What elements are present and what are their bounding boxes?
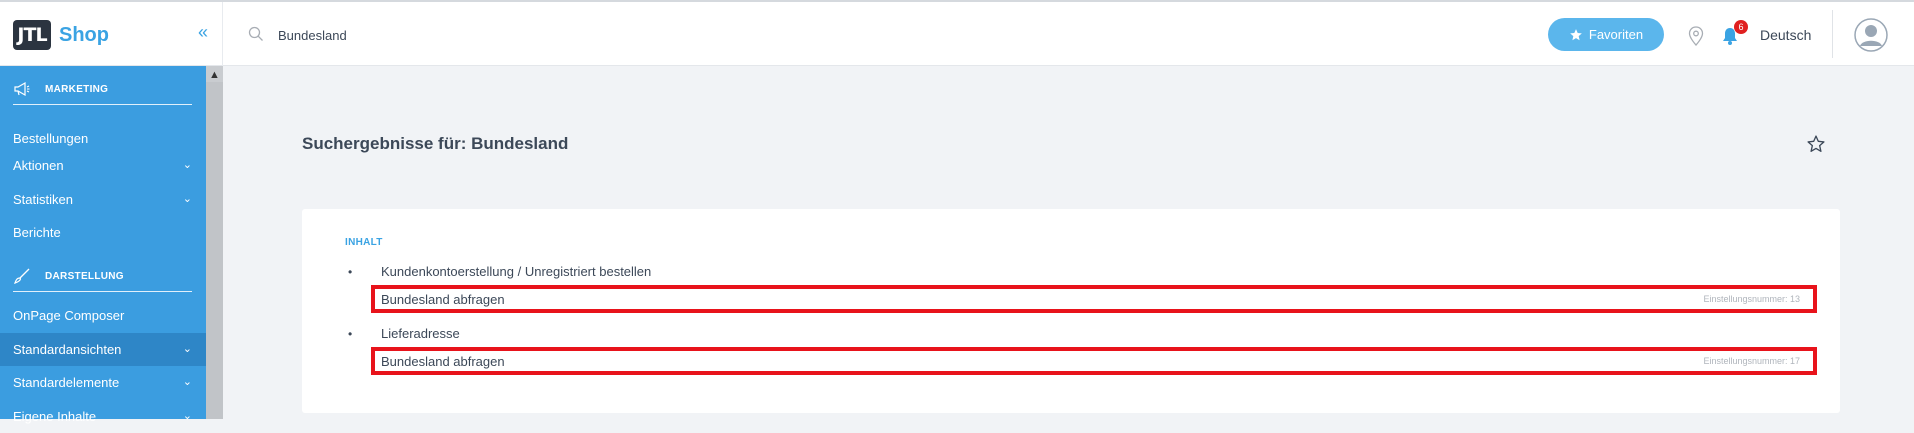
sidebar-section-darstellung: DARSTELLUNG (13, 266, 124, 286)
sidebar-section-title: MARKETING (45, 83, 109, 95)
sidebar-scrollbar[interactable]: ▲ (206, 66, 223, 419)
section-divider (13, 104, 192, 105)
chevron-down-icon: ⌄ (182, 343, 192, 355)
sidebar-item-standardansichten[interactable]: Standardansichten ⌄ (0, 333, 206, 366)
language-selector[interactable]: Deutsch (1760, 27, 1811, 43)
sidebar-item-onpage-composer[interactable]: OnPage Composer (0, 299, 206, 332)
chevron-down-icon: ⌄ (182, 193, 192, 205)
chevron-down-icon: ⌄ (182, 159, 192, 171)
result-label: Bundesland abfragen (381, 292, 505, 307)
search-results-card: INHALT • Kundenkontoerstellung / Unregis… (302, 209, 1840, 413)
sidebar-item-statistiken[interactable]: Statistiken ⌄ (0, 183, 206, 216)
sidebar-item-eigene-inhalte[interactable]: Eigene Inhalte ⌄ (0, 400, 206, 433)
chevron-down-icon: ⌄ (182, 410, 192, 422)
sidebar: MARKETING Bestellungen Aktionen ⌄ Statis… (0, 66, 206, 424)
sidebar-section-marketing: MARKETING (13, 79, 108, 99)
result-label: Bundesland abfragen (381, 354, 505, 369)
collapse-sidebar-button[interactable]: « (198, 22, 208, 43)
sidebar-item-label: Aktionen (13, 158, 64, 173)
result-group-title: Lieferadresse (381, 326, 460, 341)
setting-number: Einstellungsnummer: 17 (1703, 356, 1800, 366)
result-group-title: Kundenkontoerstellung / Unregistriert be… (381, 264, 652, 279)
scrollbar-thumb[interactable] (206, 82, 223, 419)
jtl-logo-mark[interactable]: JTL (13, 20, 51, 50)
logo-area: JTL Shop « (0, 2, 223, 66)
setting-number: Einstellungsnummer: 13 (1703, 294, 1800, 304)
section-divider (13, 291, 192, 292)
search-icon (248, 26, 263, 41)
favorites-button[interactable]: Favoriten (1548, 18, 1664, 51)
notification-badge: 6 (1734, 20, 1748, 34)
search-result-row[interactable]: Bundesland abfragen Einstellungsnummer: … (371, 285, 1817, 313)
brush-icon (14, 268, 30, 284)
user-avatar-icon[interactable] (1854, 18, 1888, 52)
megaphone-icon (14, 81, 30, 97)
star-icon[interactable] (1806, 134, 1826, 154)
sidebar-item-label: Statistiken (13, 192, 73, 207)
sidebar-item-label: Standardansichten (13, 342, 122, 357)
sidebar-item-label: OnPage Composer (13, 308, 125, 323)
chevron-down-icon: ⌄ (182, 376, 192, 388)
bullet-icon: • (348, 327, 353, 341)
bullet-icon: • (348, 265, 353, 279)
scroll-up-arrow-icon[interactable]: ▲ (209, 69, 220, 81)
sidebar-item-berichte[interactable]: Berichte (0, 216, 206, 249)
sidebar-section-title: DARSTELLUNG (45, 270, 124, 282)
sidebar-item-aktionen[interactable]: Aktionen ⌄ (0, 149, 206, 182)
location-pin-icon[interactable] (1688, 26, 1704, 46)
page-title: Suchergebnisse für: Bundesland (302, 134, 569, 153)
favorites-label: Favoriten (1588, 27, 1644, 42)
sidebar-item-label: Eigene Inhalte (13, 409, 97, 424)
header-divider (1832, 10, 1833, 58)
sidebar-item-label: Berichte (13, 225, 61, 240)
logo-text[interactable]: Shop (59, 24, 109, 47)
section-label: INHALT (345, 237, 383, 248)
star-icon (1570, 28, 1582, 40)
search-result-row[interactable]: Bundesland abfragen Einstellungsnummer: … (371, 347, 1817, 375)
search-input[interactable] (278, 22, 778, 48)
top-header: JTL Shop « Favoriten 6 Deutsch (0, 2, 1914, 66)
sidebar-item-standardelemente[interactable]: Standardelemente ⌄ (0, 366, 206, 399)
sidebar-item-label: Bestellungen (13, 131, 89, 146)
sidebar-item-label: Standardelemente (13, 375, 120, 390)
